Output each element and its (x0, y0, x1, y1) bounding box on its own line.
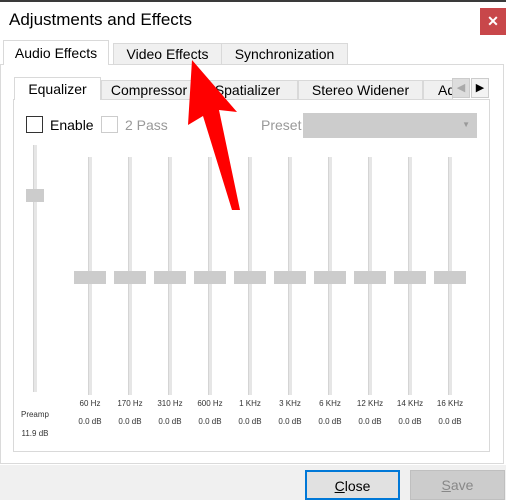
red-arrow-shape (188, 60, 240, 210)
annotation-arrow (188, 60, 240, 210)
